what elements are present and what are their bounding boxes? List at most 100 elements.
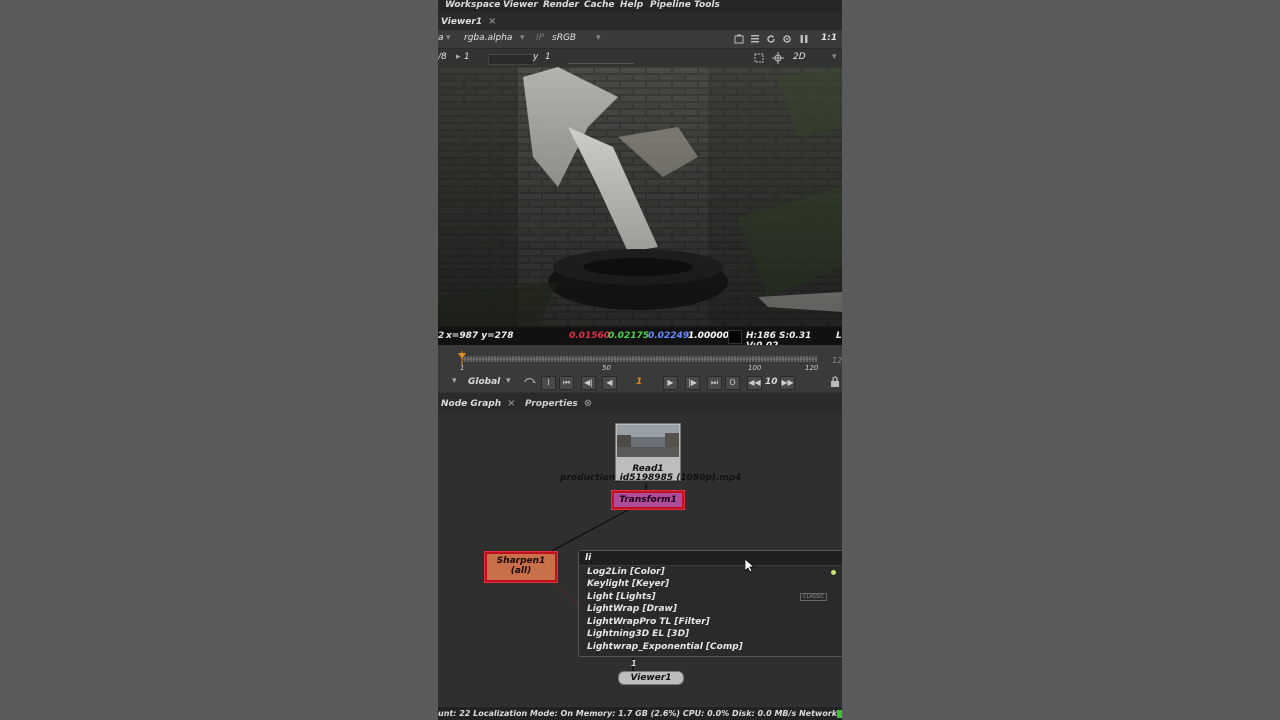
tab-node-graph[interactable]: Node Graph ×: [441, 396, 516, 412]
timeline-ruler[interactable]: [438, 345, 842, 373]
scope-dropdown[interactable]: Global: [468, 377, 500, 387]
gamma-value[interactable]: 1: [545, 52, 551, 62]
play-icon[interactable]: ▶: [663, 376, 678, 390]
menu-bar: Workspace Viewer Render Cache Help Pipel…: [438, 0, 842, 12]
status-text: unt: 22 Localization Mode: On Memory: 1.…: [438, 709, 841, 718]
tick-label-120: 120: [805, 364, 819, 372]
nuke-app: Workspace Viewer Render Cache Help Pipel…: [438, 0, 842, 720]
sharpen-node[interactable]: Sharpen1 (all): [485, 552, 557, 582]
transform-node[interactable]: Transform1: [612, 491, 684, 509]
viewer-info-bar: 2 x=987 y=278 0.01560 0.02175 0.02249 1.…: [438, 327, 842, 351]
loop-icon[interactable]: [523, 377, 537, 388]
prev-keyframe-icon[interactable]: ◀|: [581, 376, 596, 390]
menu-workspace[interactable]: Workspace: [445, 0, 500, 10]
first-frame-icon[interactable]: ⏮: [559, 376, 574, 390]
last-frame-icon[interactable]: ⏭: [707, 376, 722, 390]
list-icon[interactable]: [750, 34, 760, 44]
gain-value[interactable]: 1: [464, 52, 470, 62]
ip-button[interactable]: IP: [536, 33, 544, 43]
channel-a-dropdown[interactable]: a: [438, 33, 444, 43]
timeline[interactable]: 1 50 100 120 12: [438, 345, 842, 373]
tab-viewer1[interactable]: Viewer1 ×: [441, 14, 497, 30]
view-mode-dropdown[interactable]: 2D: [793, 52, 806, 62]
menu-viewer[interactable]: Viewer: [503, 0, 538, 10]
classic-badge: CLASSIC: [800, 593, 828, 601]
menu-help[interactable]: Help: [620, 0, 643, 10]
timeline-end-label: 12: [832, 356, 842, 365]
zoom-level[interactable]: 1:1: [821, 33, 837, 43]
sharpen-node-label: Sharpen1: [496, 556, 546, 566]
close-icon[interactable]: ⊗: [584, 398, 592, 409]
tab-properties[interactable]: Properties ⊗: [525, 396, 592, 412]
menu-result-light[interactable]: Light [Lights]: [587, 592, 656, 602]
gain-slider[interactable]: [488, 54, 534, 65]
gamma-label: y: [533, 52, 539, 62]
pause-icon[interactable]: [799, 34, 809, 44]
network-indicator: [837, 710, 842, 718]
close-icon[interactable]: ×: [507, 398, 515, 409]
menu-result-keylight[interactable]: Keylight [Keyer]: [587, 579, 669, 589]
read-file-name: production_id5198985 (1080p).mp4: [560, 473, 742, 483]
colorspace-dropdown[interactable]: sRGB: [552, 33, 576, 43]
viewer-input-label: 1: [631, 659, 637, 668]
favorite-dot-icon: [831, 570, 836, 575]
viewer-node-label: Viewer1: [630, 673, 672, 683]
red-value: 0.01560: [569, 331, 610, 341]
left-background: [0, 0, 438, 720]
status-bar: unt: 22 Localization Mode: On Memory: 1.…: [438, 707, 842, 720]
proxy-dropdown[interactable]: /8: [438, 52, 447, 62]
next-keyframe-icon[interactable]: |▶: [685, 376, 700, 390]
viewer-toolbar: a ▾ rgba.alpha ▾ IP sRGB ▾ 1:1: [438, 30, 842, 49]
menu-result-lightwrap-exponential[interactable]: Lightwrap_Exponential [Comp]: [587, 642, 743, 652]
step-back-icon[interactable]: ◀: [602, 376, 617, 390]
tab-viewer1-label: Viewer1: [441, 17, 483, 27]
menu-result-lightwrappro[interactable]: LightWrapPro TL [Filter]: [587, 617, 710, 627]
skip-back-icon[interactable]: ◀◀: [747, 376, 762, 390]
blue-value: 0.02249: [648, 331, 689, 341]
info-prefix: 2: [438, 331, 445, 341]
menu-cache[interactable]: Cache: [584, 0, 615, 10]
viewer-image[interactable]: [438, 67, 842, 327]
tab-properties-label: Properties: [525, 399, 578, 409]
tab-search-query: li: [585, 553, 592, 563]
tab-node-graph-label: Node Graph: [441, 399, 502, 409]
sharpen-node-sublabel: (all): [510, 566, 532, 576]
menu-result-lightwrap[interactable]: LightWrap [Draw]: [587, 604, 677, 614]
alpha-value: 1.00000: [688, 331, 729, 341]
node-graph-canvas[interactable]: Read1 production_id5198985 (1080p).mp4 T…: [438, 413, 842, 706]
chevron-down-icon: ▾: [832, 52, 837, 62]
gamma-slider[interactable]: [568, 54, 634, 64]
right-background: [842, 0, 1280, 720]
menu-result-log2lin[interactable]: Log2Lin [Color]: [587, 567, 665, 577]
clipboard-icon[interactable]: [734, 34, 744, 44]
tab-search-input[interactable]: li: [579, 551, 842, 566]
cursor-icon: [745, 559, 755, 573]
node-graph-tab-bar: Node Graph × Properties ⊗: [438, 393, 842, 413]
menu-render[interactable]: Render: [543, 0, 579, 10]
viewer-tab-bar: Viewer1 ×: [438, 12, 842, 30]
channel-dropdown[interactable]: rgba.alpha: [464, 33, 512, 43]
skip-forward-icon[interactable]: ▶▶: [780, 376, 795, 390]
crosshair-icon[interactable]: [772, 52, 784, 64]
transform-node-label: Transform1: [619, 495, 677, 505]
chevron-down-icon: ▾: [520, 33, 525, 43]
chevron-down-icon: ▾: [446, 33, 451, 43]
chevron-down-icon: ▾: [596, 33, 601, 43]
play-icon: ▸: [456, 52, 461, 62]
close-icon[interactable]: ×: [488, 16, 496, 27]
increment-field[interactable]: 10: [765, 377, 778, 387]
viewer-node[interactable]: Viewer1: [618, 671, 684, 685]
lock-icon[interactable]: [830, 376, 840, 388]
playback-controls: ▾ Global ▾ I ⏮ ◀| ◀ 1 ▶ |▶ ⏭ O ◀◀ 10 ▶▶: [438, 373, 842, 392]
gear-icon[interactable]: [782, 34, 792, 44]
roi-icon[interactable]: [754, 53, 764, 63]
refresh-icon[interactable]: [766, 34, 776, 44]
in-point-button[interactable]: I: [541, 376, 556, 390]
current-frame-field[interactable]: 1: [636, 377, 642, 387]
out-point-button[interactable]: O: [725, 376, 740, 390]
chevron-down-icon: ▾: [452, 376, 457, 386]
menu-result-lightning3d[interactable]: Lightning3D EL [3D]: [587, 629, 689, 639]
chevron-down-icon: ▾: [506, 376, 511, 386]
menu-pipeline-tools[interactable]: Pipeline Tools: [650, 0, 720, 10]
tick-label-100: 100: [748, 364, 762, 372]
